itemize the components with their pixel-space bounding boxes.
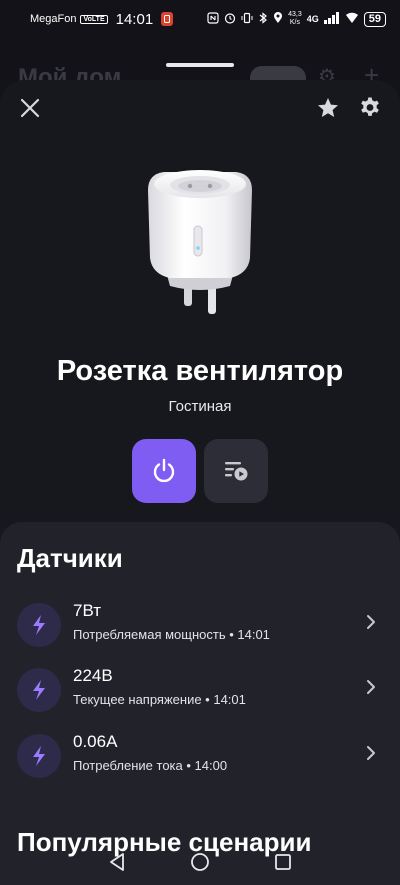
volte-badge: VoLTE bbox=[80, 14, 108, 24]
nav-recents-button[interactable] bbox=[268, 847, 298, 877]
network-speed: 43,3 K/s bbox=[288, 11, 302, 27]
lightning-icon bbox=[17, 734, 61, 778]
back-triangle-icon bbox=[110, 852, 124, 871]
sheet-grabber[interactable] bbox=[166, 63, 234, 67]
close-icon bbox=[20, 98, 40, 118]
scenario-button[interactable] bbox=[204, 439, 268, 503]
gear-icon bbox=[361, 97, 379, 116]
close-button[interactable] bbox=[16, 94, 44, 122]
sensor-row-current[interactable]: 0.06А Потребление тока • 14:00 bbox=[0, 728, 400, 788]
home-circle-icon bbox=[191, 852, 209, 871]
status-left: MegaFon VoLTE 14:01 bbox=[30, 10, 174, 28]
power-toggle-button[interactable] bbox=[132, 439, 196, 503]
network-speed-value: 43,3 bbox=[288, 11, 302, 18]
sensor-row-voltage[interactable]: 224В Текущее напряжение • 14:01 bbox=[0, 662, 400, 722]
network-speed-unit: K/s bbox=[289, 19, 300, 26]
battery-indicator: 59 bbox=[363, 11, 386, 27]
sensors-section-title: Датчики bbox=[17, 543, 123, 573]
sensor-value: 0.06А bbox=[73, 732, 118, 751]
scenario-icon bbox=[225, 462, 248, 481]
sensor-row-power[interactable]: 7Вт Потребляемая мощность • 14:01 bbox=[0, 597, 400, 657]
settings-button[interactable] bbox=[356, 94, 384, 122]
signal-icon bbox=[323, 11, 340, 27]
sensor-label: Текущее напряжение • 14:01 bbox=[73, 692, 246, 707]
sensor-value: 224В bbox=[73, 666, 113, 685]
status-bar: MegaFon VoLTE 14:01 43,3 K/s 4G 59 bbox=[0, 0, 400, 38]
wifi-icon bbox=[345, 12, 359, 27]
chevron-right-icon bbox=[362, 611, 380, 633]
device-room: Гостиная bbox=[168, 398, 232, 415]
sensor-value: 7Вт bbox=[73, 601, 102, 620]
chevron-right-icon bbox=[362, 742, 380, 764]
bluetooth-icon bbox=[258, 11, 268, 27]
lightning-icon bbox=[17, 668, 61, 712]
vibrate-icon bbox=[241, 12, 253, 27]
status-time: 14:01 bbox=[115, 10, 154, 28]
lightning-icon bbox=[17, 603, 61, 647]
recents-square-icon bbox=[275, 853, 291, 870]
chevron-right-icon bbox=[362, 676, 380, 698]
notification-icon bbox=[161, 12, 174, 26]
carrier-label: MegaFon bbox=[30, 13, 77, 25]
favorite-button[interactable] bbox=[314, 94, 342, 122]
sensor-label: Потребляемая мощность • 14:01 bbox=[73, 627, 270, 642]
device-title: Розетка вентилятор bbox=[56, 355, 344, 387]
system-nav-bar bbox=[0, 838, 400, 885]
smart-plug-image bbox=[130, 160, 270, 320]
nav-back-button[interactable] bbox=[102, 847, 132, 877]
nav-home-button[interactable] bbox=[185, 847, 215, 877]
power-icon bbox=[153, 458, 175, 483]
star-icon bbox=[318, 98, 338, 117]
location-icon bbox=[273, 11, 283, 27]
signal-type: 4G bbox=[306, 14, 319, 24]
status-right: 43,3 K/s 4G 59 bbox=[207, 11, 386, 27]
sensor-label: Потребление тока • 14:00 bbox=[73, 758, 228, 773]
alarm-icon bbox=[224, 12, 236, 27]
nfc-icon bbox=[207, 11, 219, 27]
